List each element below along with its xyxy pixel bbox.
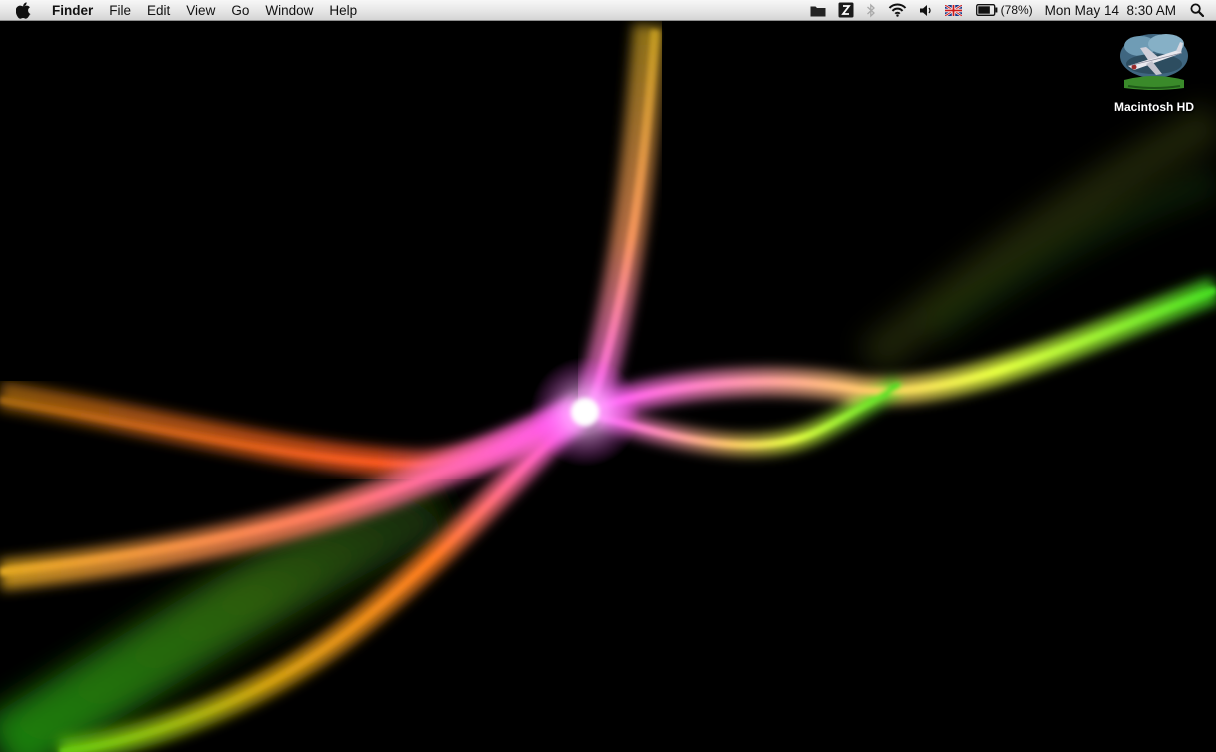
- desktop-screen: Finder File Edit View Go Window Help (78…: [0, 0, 1216, 752]
- uk-flag-icon[interactable]: [939, 0, 968, 21]
- desktop-wallpaper: [0, 23, 1216, 752]
- app-status-icon[interactable]: [832, 0, 860, 21]
- menu-go[interactable]: Go: [223, 0, 257, 21]
- menu-edit[interactable]: Edit: [139, 0, 178, 21]
- airplane-drive-icon: [1120, 34, 1188, 90]
- desktop-icon-macintosh-hd[interactable]: Macintosh HD: [1100, 30, 1208, 114]
- spotlight-search-icon[interactable]: [1182, 0, 1216, 21]
- folder-icon[interactable]: [804, 0, 832, 21]
- menu-bar-left: Finder File Edit View Go Window Help: [0, 0, 365, 20]
- menu-help[interactable]: Help: [321, 0, 365, 21]
- wifi-icon[interactable]: [882, 0, 913, 21]
- menu-bar-right: (78%) Mon May 14 8:30 AM: [804, 0, 1216, 20]
- apple-logo-icon[interactable]: [0, 0, 46, 20]
- battery-status[interactable]: (78%): [968, 0, 1039, 21]
- clock-text: Mon May 14 8:30 AM: [1044, 2, 1176, 18]
- menu-app-finder[interactable]: Finder: [46, 0, 101, 21]
- menu-file[interactable]: File: [101, 0, 139, 21]
- battery-icon: [975, 4, 998, 16]
- clock[interactable]: Mon May 14 8:30 AM: [1039, 0, 1182, 21]
- menu-window[interactable]: Window: [257, 0, 321, 21]
- volume-icon[interactable]: [913, 0, 939, 21]
- bluetooth-icon[interactable]: [860, 0, 882, 21]
- menu-view[interactable]: View: [178, 0, 223, 21]
- menu-bar: Finder File Edit View Go Window Help (78…: [0, 0, 1216, 21]
- desktop-icon-label: Macintosh HD: [1113, 100, 1194, 114]
- battery-percent: (78%): [1000, 3, 1033, 17]
